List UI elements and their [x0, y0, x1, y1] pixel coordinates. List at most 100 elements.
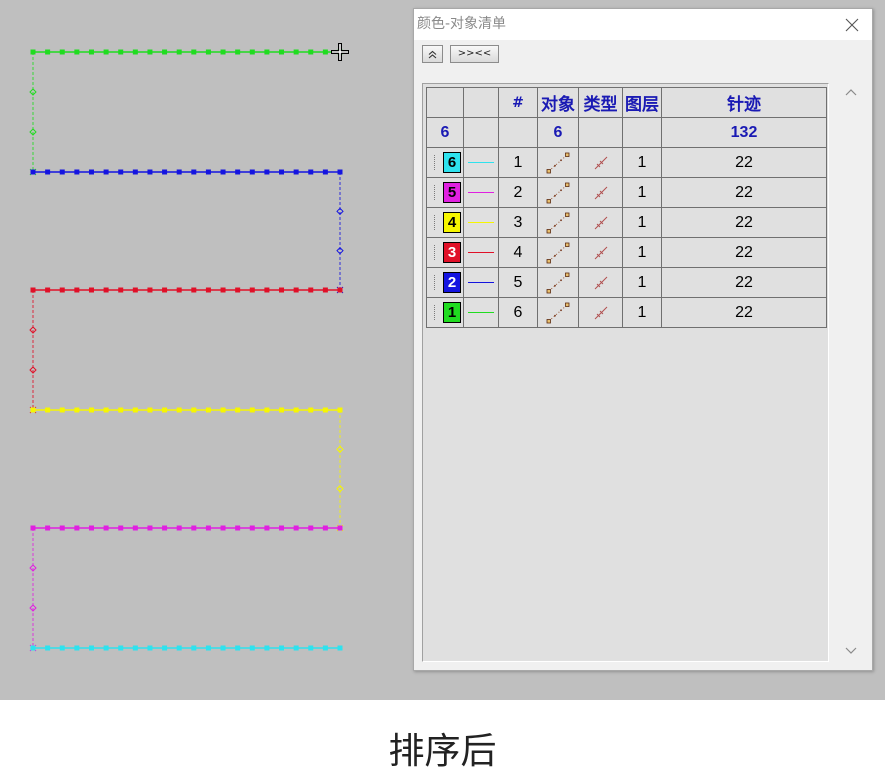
expand-collapse-all-button[interactable]: >><< — [450, 45, 499, 63]
object-list-panel[interactable]: # 对象 类型 图层 针迹 6 6 132 6 1 1 22 5 2 1 22 … — [422, 83, 829, 662]
empty-cell — [498, 117, 538, 148]
stitch-point — [176, 287, 182, 293]
tree-line — [434, 215, 435, 230]
stitch-point — [147, 645, 153, 651]
stitch-point — [322, 645, 328, 651]
table-row[interactable]: 2 5 1 22 — [426, 267, 827, 298]
stitch-point — [45, 525, 51, 531]
stitch-point — [220, 169, 226, 175]
stitch-point — [147, 525, 153, 531]
color-swatch[interactable]: 1 — [443, 302, 461, 323]
color-swatch-cell[interactable]: 4 — [426, 207, 464, 238]
table-row[interactable]: 6 1 1 22 — [426, 147, 827, 178]
stitch-point — [88, 407, 94, 413]
stitch-point — [59, 49, 65, 55]
stitch-point — [279, 645, 285, 651]
stitch-point — [220, 525, 226, 531]
stitch-preview[interactable] — [0, 0, 413, 700]
stitch-point — [249, 287, 255, 293]
object-count: 6 — [537, 117, 579, 148]
collapse-button[interactable] — [422, 45, 443, 63]
stitch-point — [88, 49, 94, 55]
color-swatch[interactable]: 5 — [443, 182, 461, 203]
stitch-point — [45, 287, 51, 293]
object-icon-cell[interactable] — [537, 177, 579, 208]
stitch-point — [74, 49, 80, 55]
dialog-titlebar[interactable]: 颜色-对象清单 — [414, 9, 872, 40]
running-stitch-object-icon[interactable] — [545, 241, 571, 265]
color-swatch[interactable]: 6 — [443, 152, 461, 173]
stitch-point — [279, 407, 285, 413]
running-stitch-object-icon[interactable] — [545, 301, 571, 325]
stitch-point — [74, 645, 80, 651]
tree-line — [434, 155, 435, 170]
line-type-icon — [594, 156, 608, 170]
stitch-point — [45, 645, 51, 651]
object-icon-cell[interactable] — [537, 297, 579, 328]
object-icon-cell[interactable] — [537, 147, 579, 178]
stitch-point — [147, 287, 153, 293]
object-icon-cell[interactable] — [537, 237, 579, 268]
header-index[interactable]: # — [498, 87, 538, 118]
table-row[interactable]: 1 6 1 22 — [426, 297, 827, 328]
stitch-point — [88, 169, 94, 175]
running-stitch-object-icon[interactable] — [545, 151, 571, 175]
color-object-list-dialog[interactable]: 颜色-对象清单 >><< # 对象 类型 图层 针迹 6 6 132 6 1 1… — [413, 8, 873, 671]
stitch-point — [235, 169, 241, 175]
color-swatch-cell[interactable]: 6 — [426, 147, 464, 178]
stitch-point — [220, 287, 226, 293]
running-stitch-object-icon[interactable] — [545, 271, 571, 295]
color-line-cell — [463, 237, 499, 268]
stitch-point — [74, 169, 80, 175]
stitch-point — [249, 169, 255, 175]
stitch-point — [74, 287, 80, 293]
stitch-point — [293, 49, 299, 55]
color-swatch-cell[interactable]: 5 — [426, 177, 464, 208]
color-line-cell — [463, 207, 499, 238]
header-type[interactable]: 类型 — [578, 87, 623, 118]
layer-value: 1 — [622, 297, 662, 328]
table-row[interactable]: 4 3 1 22 — [426, 207, 827, 238]
header-color-line[interactable] — [463, 87, 499, 118]
color-swatch-cell[interactable]: 3 — [426, 237, 464, 268]
color-swatch-cell[interactable]: 2 — [426, 267, 464, 298]
stitch-count: 22 — [661, 267, 827, 298]
color-swatch[interactable]: 3 — [443, 242, 461, 263]
stitch-point — [235, 407, 241, 413]
chevron-down-icon[interactable] — [845, 647, 857, 654]
color-swatch-cell[interactable]: 1 — [426, 297, 464, 328]
color-line-sample — [468, 162, 494, 163]
stitch-point — [162, 407, 168, 413]
stitch-point — [45, 169, 51, 175]
type-icon-cell — [578, 147, 623, 178]
stitch-point — [293, 407, 299, 413]
object-icon-cell[interactable] — [537, 207, 579, 238]
header-stitches[interactable]: 针迹 — [661, 87, 827, 118]
color-swatch[interactable]: 4 — [443, 212, 461, 233]
header-color[interactable] — [426, 87, 464, 118]
object-index: 4 — [498, 237, 538, 268]
header-object[interactable]: 对象 — [537, 87, 579, 118]
stitch-point — [74, 525, 80, 531]
stitch-point — [279, 49, 285, 55]
header-layer[interactable]: 图层 — [622, 87, 662, 118]
stitch-point — [176, 49, 182, 55]
stitch-point — [103, 407, 109, 413]
color-swatch[interactable]: 2 — [443, 272, 461, 293]
stitch-point — [103, 645, 109, 651]
layer-value: 1 — [622, 177, 662, 208]
stitch-total: 132 — [661, 117, 827, 148]
object-icon-cell[interactable] — [537, 267, 579, 298]
running-stitch-object-icon[interactable] — [545, 211, 571, 235]
chevron-up-icon[interactable] — [845, 89, 857, 96]
stitch-point — [132, 287, 138, 293]
type-icon-cell — [578, 177, 623, 208]
table-row[interactable]: 3 4 1 22 — [426, 237, 827, 268]
table-row[interactable]: 5 2 1 22 — [426, 177, 827, 208]
running-stitch-object-icon[interactable] — [545, 181, 571, 205]
line-type-icon — [594, 186, 608, 200]
stitch-count: 22 — [661, 207, 827, 238]
double-chevron-up-icon — [428, 50, 437, 59]
close-icon[interactable] — [845, 18, 859, 32]
stitch-count: 22 — [661, 237, 827, 268]
